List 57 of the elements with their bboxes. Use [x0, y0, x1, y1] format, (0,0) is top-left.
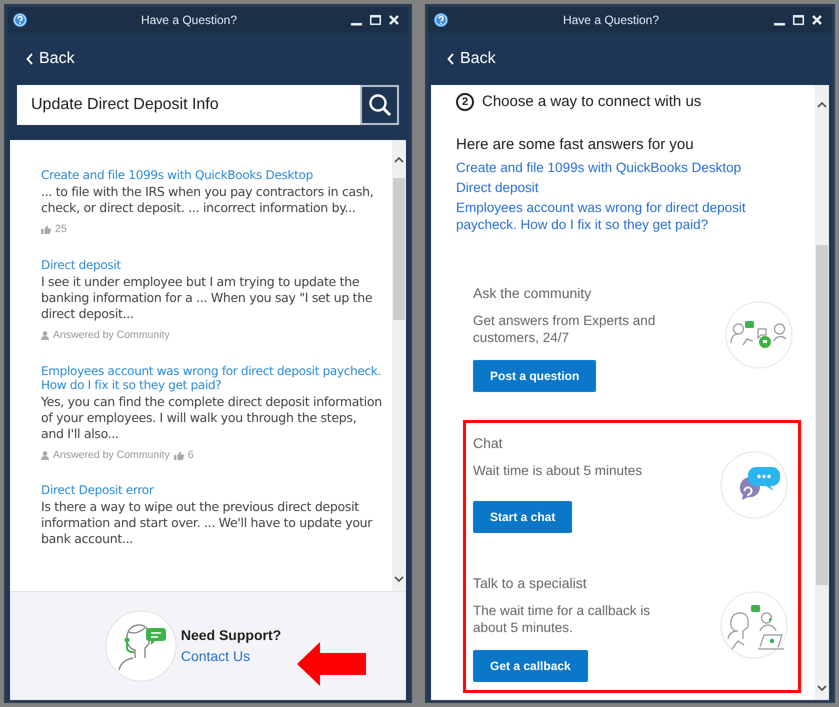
back-button[interactable]: Back	[447, 47, 496, 71]
result-snippet: Is there a way to wipe out the previous direct deposit information and start over. ... We'll have to update your bank account...	[41, 499, 374, 548]
scroll-down-icon[interactable]	[394, 575, 404, 583]
answer-link[interactable]: Create and file 1099s with QuickBooks Desktop	[456, 159, 776, 176]
option-description: The wait time for a callback is about 5 minutes.	[473, 602, 652, 636]
chat-bubbles-drawing	[720, 451, 788, 519]
window-title: Have a Question?	[562, 12, 660, 29]
answered-by-label: Answered by Community	[53, 328, 170, 343]
scroll-up-icon[interactable]	[817, 101, 827, 109]
close-icon[interactable]	[389, 15, 399, 25]
person-icon	[41, 331, 49, 340]
step-number: 2	[456, 93, 474, 112]
option-title: Ask the community	[473, 284, 592, 303]
contact-us-link[interactable]: Contact Us	[180, 646, 282, 667]
result-title-link[interactable]: Employees account was wrong for direct deposit paycheck. How do I fix it so they get paid?	[41, 364, 382, 392]
scroll-down-icon[interactable]	[817, 684, 827, 692]
back-button[interactable]: Back	[26, 47, 75, 71]
maximize-icon[interactable]	[370, 15, 381, 25]
result-snippet: ... to file with the IRS when you pay contractors in cash, check, or direct deposit. ... incorrect information by...	[41, 184, 374, 216]
window-title: Have a Question?	[140, 12, 238, 29]
answer-link[interactable]: Direct deposit	[456, 179, 776, 196]
result-title-link[interactable]: Create and file 1099s with QuickBooks Desktop	[41, 168, 382, 182]
help-icon[interactable]	[434, 13, 448, 27]
option-button[interactable]: Post a question	[473, 360, 596, 392]
scrollbar[interactable]	[815, 85, 829, 700]
support-heading: Need Support?	[180, 626, 282, 645]
search-button[interactable]	[360, 85, 399, 125]
result-snippet: Yes, you can find the complete direct deposit information of your employees. I will walk you through the steps, and I'll also...	[41, 394, 382, 442]
option-button[interactable]: Start a chat	[473, 501, 572, 533]
option-description: Wait time is about 5 minutes	[473, 462, 644, 479]
scrollbar[interactable]	[392, 140, 406, 591]
maximize-icon[interactable]	[793, 15, 804, 25]
result-snippet: I see it under employee but I am trying to update the banking information for a ... When you say "I set up the direct deposit...	[41, 274, 374, 322]
result-title-link[interactable]: Direct Deposit error	[41, 483, 382, 498]
option-description: Get answers from Experts and customers, 24/7	[473, 312, 656, 346]
answer-link[interactable]: Employees account was wrong for direct deposit paycheck. How do I fix it so they get paid?	[456, 199, 776, 233]
answered-by-label: Answered by Community	[53, 448, 170, 462]
result-title-link[interactable]: Direct deposit	[41, 258, 382, 272]
search-icon	[368, 93, 392, 117]
scroll-up-icon[interactable]	[394, 156, 404, 164]
fast-answers-heading: Here are some fast answers for you	[456, 134, 695, 154]
like-count: 25	[55, 222, 67, 237]
callback-drawing	[720, 591, 788, 659]
step-heading: Choose a way to connect with us	[482, 92, 702, 112]
option-title: Chat	[473, 434, 503, 453]
close-icon[interactable]	[812, 15, 822, 25]
chevron-left-icon	[26, 53, 33, 65]
option-title: Talk to a specialist	[473, 574, 587, 593]
thumbs-up-icon	[41, 225, 51, 234]
community-drawing	[725, 301, 793, 369]
thumbs-up-icon	[174, 450, 184, 460]
search-field[interactable]: Update Direct Deposit Info	[17, 85, 360, 125]
help-icon[interactable]	[13, 13, 27, 27]
like-count: 6	[188, 448, 194, 462]
chevron-left-icon	[447, 53, 454, 65]
option-button[interactable]: Get a callback	[473, 650, 588, 682]
person-icon	[41, 450, 49, 460]
